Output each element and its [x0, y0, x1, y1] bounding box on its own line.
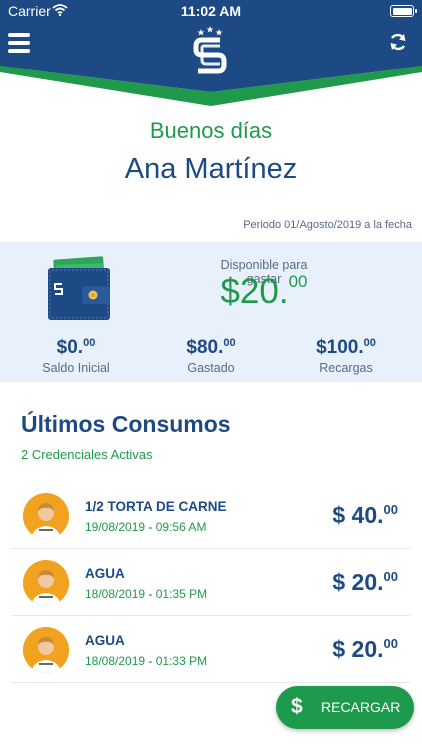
app-header: Carrier 11:02 AM — [0, 0, 422, 106]
period-label: Periodo 01/Agosto/2019 a la fecha — [243, 219, 412, 231]
item-name: AGUA — [85, 566, 125, 581]
transactions-list: 1/2 TORTA DE CARNE 19/08/2019 - 09:56 AM… — [12, 482, 410, 683]
student-avatar — [23, 627, 69, 673]
stat-label: Gastado — [187, 361, 235, 375]
battery-icon — [390, 5, 417, 17]
recargar-button[interactable]: $ RECARGAR — [276, 686, 414, 729]
transaction-datetime: 18/08/2019 - 01:33 PM — [85, 654, 208, 668]
section-title: Últimos Consumos — [21, 411, 231, 437]
transaction-row[interactable]: 1/2 TORTA DE CARNE 19/08/2019 - 09:56 AM… — [12, 482, 410, 549]
student-avatar — [23, 560, 69, 606]
item-name: 1/2 TORTA DE CARNE — [85, 499, 227, 514]
available-amount: $20.00 — [220, 272, 308, 311]
transaction-datetime: 18/08/2019 - 01:35 PM — [85, 587, 208, 601]
stat-label: Recargas — [319, 361, 373, 375]
stat-saldo-inicial: $0.00 Saldo Inicial — [30, 332, 122, 375]
transaction-amount: $ 20.00 — [332, 636, 398, 662]
dollar-icon: $ — [291, 695, 303, 718]
recargar-label: RECARGAR — [321, 699, 401, 715]
balance-summary: Disponible para gastar $20.00 $0.00 Sald… — [0, 242, 422, 382]
wallet-icon — [48, 256, 110, 320]
refresh-icon[interactable] — [388, 32, 408, 52]
transaction-datetime: 19/08/2019 - 09:56 AM — [85, 520, 207, 534]
school-logo-icon — [193, 26, 227, 74]
clock: 11:02 AM — [180, 3, 242, 19]
transaction-amount: $ 20.00 — [332, 569, 398, 595]
student-avatar — [23, 493, 69, 539]
stat-gastado: $80.00 Gastado — [165, 332, 257, 375]
item-name: AGUA — [85, 633, 125, 648]
active-credentials[interactable]: 2 Credenciales Activas — [21, 447, 153, 462]
user-name: Ana Martínez — [124, 153, 298, 185]
greeting-text: Buenos días — [149, 118, 273, 143]
stat-recargas: $100.00 Recargas — [300, 332, 392, 375]
transaction-row[interactable]: AGUA 18/08/2019 - 01:33 PM $ 20.00 — [12, 616, 410, 683]
hamburger-menu-icon[interactable] — [8, 33, 30, 53]
stat-label: Saldo Inicial — [42, 361, 110, 375]
status-bar: Carrier 11:02 AM — [0, 0, 422, 22]
battery-level — [392, 7, 412, 15]
transaction-amount: $ 40.00 — [332, 502, 398, 528]
transaction-row[interactable]: AGUA 18/08/2019 - 01:35 PM $ 20.00 — [12, 549, 410, 616]
